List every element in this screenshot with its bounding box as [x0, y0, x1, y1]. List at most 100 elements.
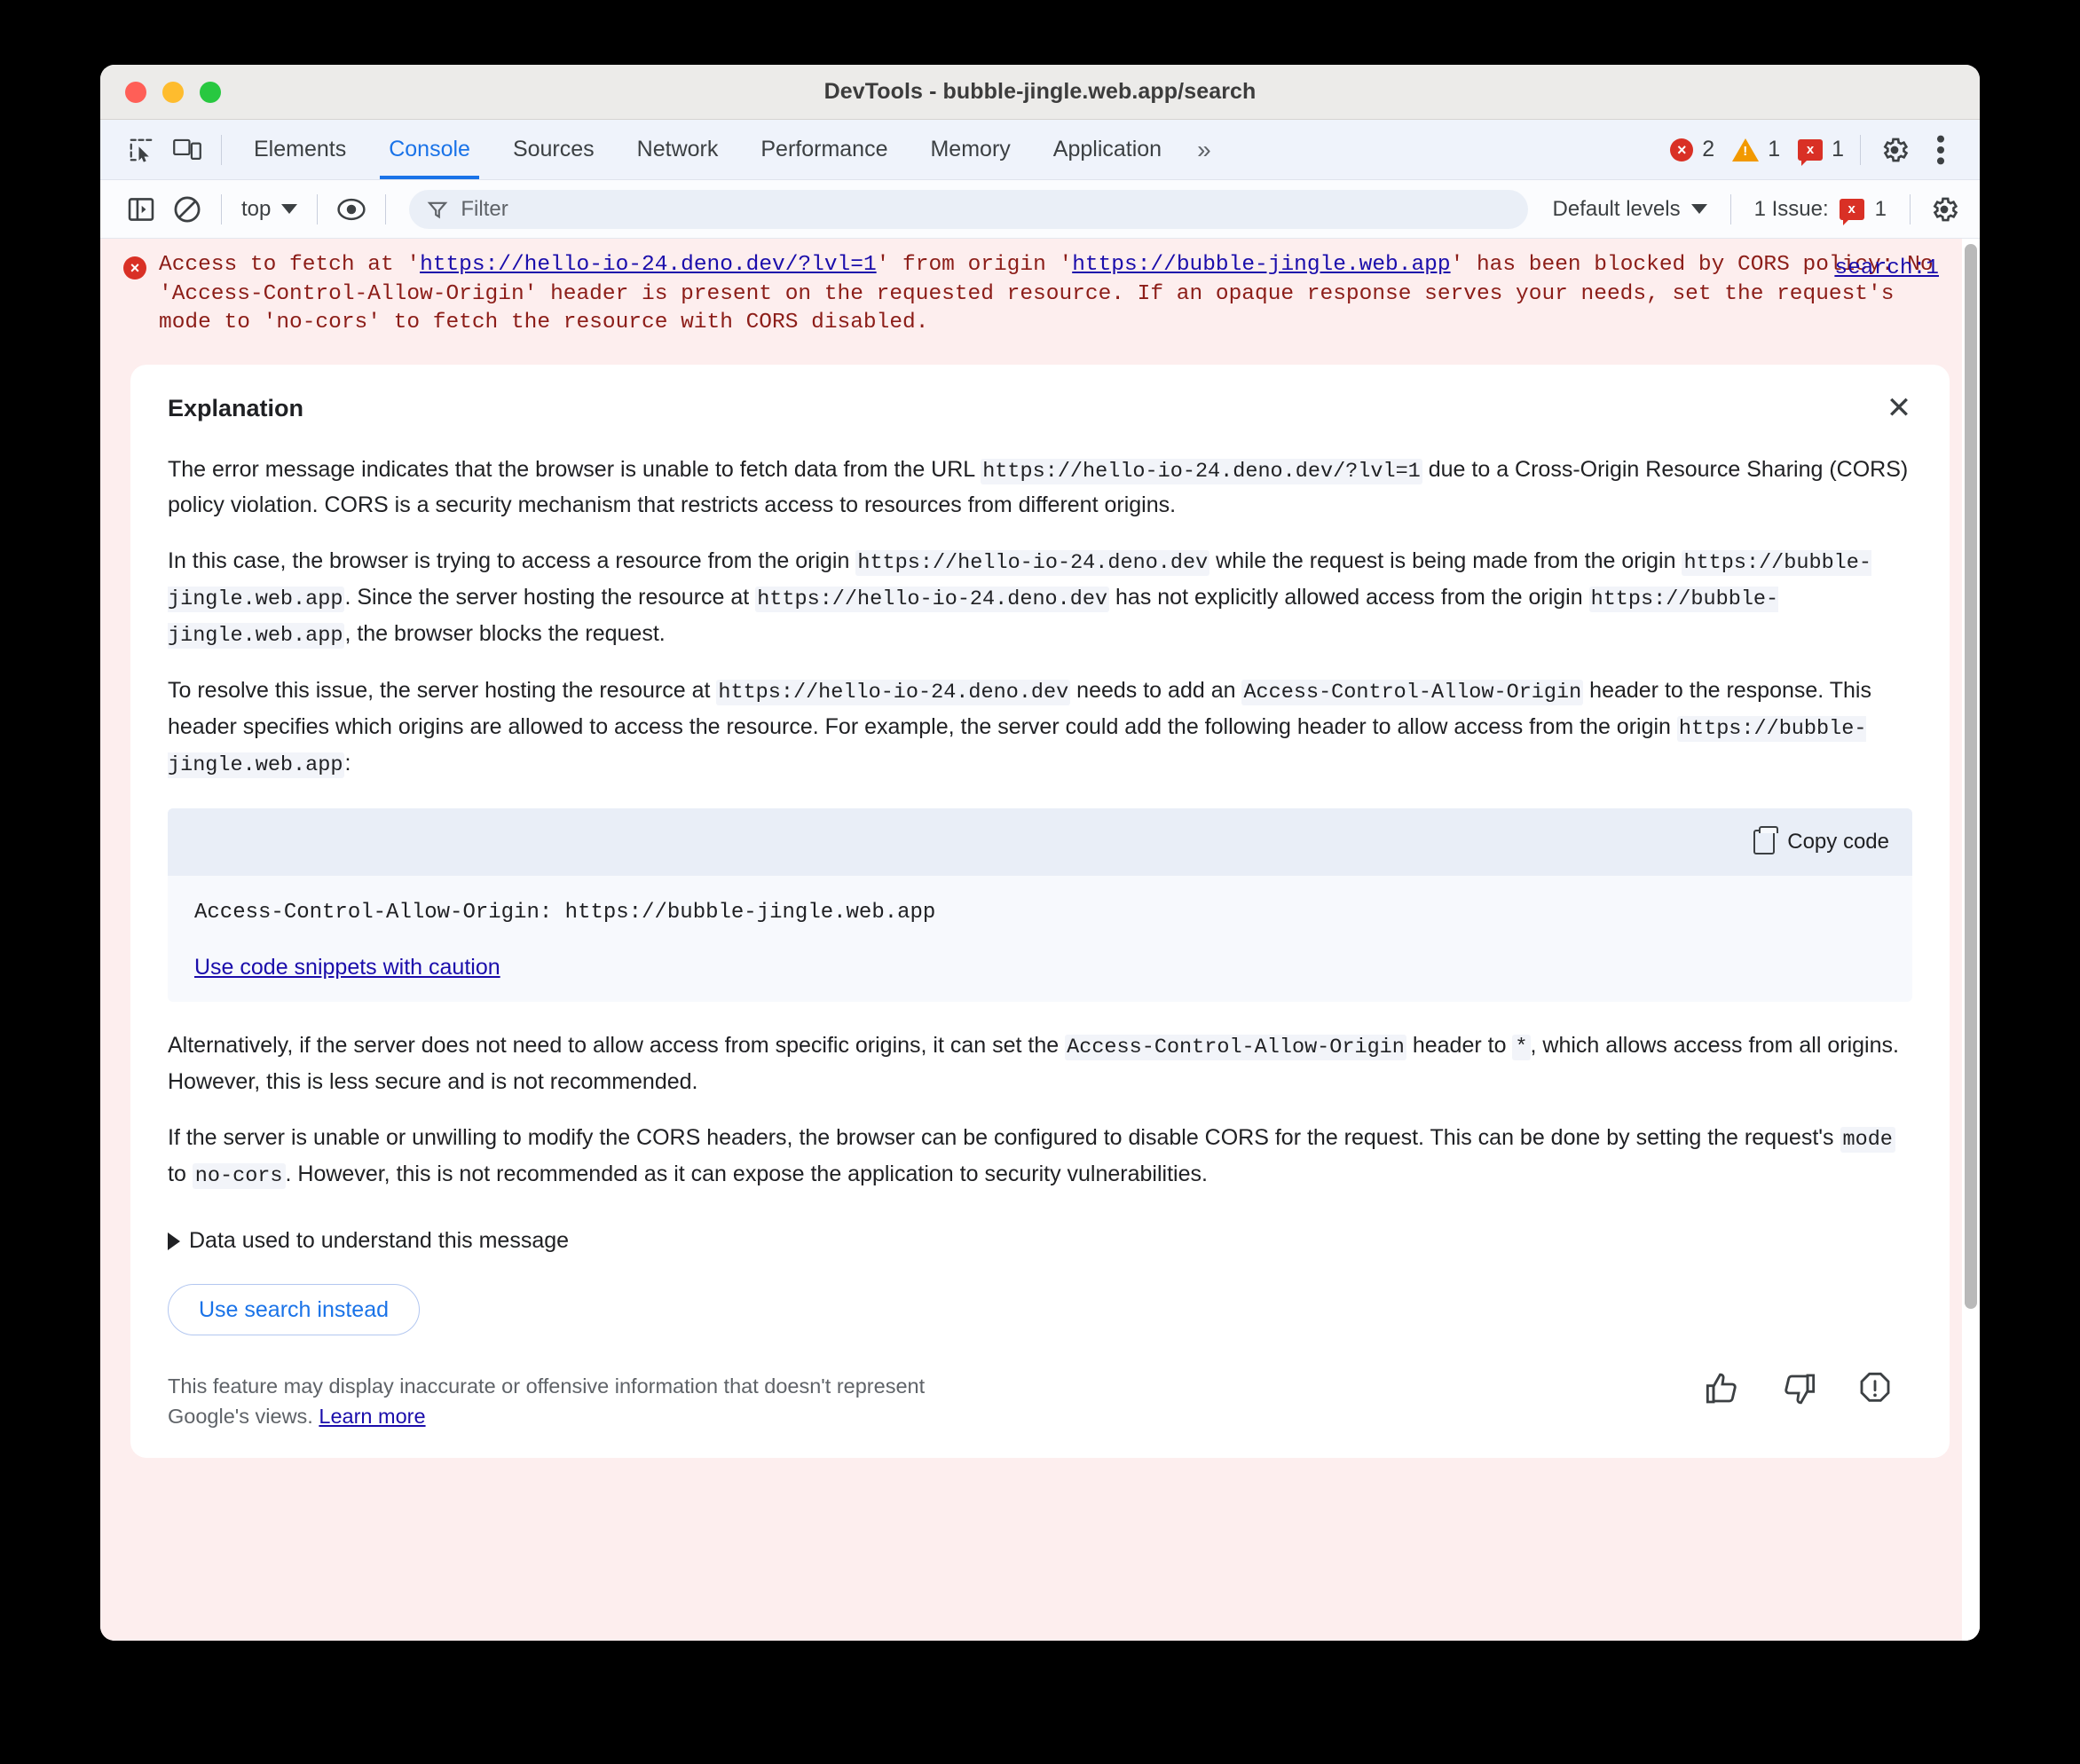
error-circle-icon-message: × [123, 256, 146, 280]
close-icon[interactable]: ✕ [1879, 388, 1919, 429]
code-caution-link[interactable]: Use code snippets with caution [194, 955, 500, 980]
gear-icon[interactable] [1871, 127, 1918, 173]
code-snippet-block: Copy code Access-Control-Allow-Origin: h… [168, 808, 1912, 1003]
tab-network[interactable]: Network [616, 120, 740, 179]
filter-input[interactable]: Filter [409, 189, 1528, 229]
explanation-paragraph-4: Alternatively, if the server does not ne… [168, 1028, 1912, 1099]
issues-summary[interactable]: 1 Issue: x 1 [1742, 196, 1899, 225]
explanation-paragraph-5: If the server is unable or unwilling to … [168, 1121, 1912, 1193]
explanation-footer: This feature may display inaccurate or o… [168, 1371, 1912, 1431]
error-source-link[interactable]: search:1 [1834, 256, 1939, 280]
thumbs-down-icon[interactable] [1781, 1371, 1816, 1406]
p3-code-2: Access-Control-Allow-Origin [1241, 680, 1584, 706]
p2-text-2: while the request is being made from the… [1209, 548, 1682, 574]
p4-text-1: Alternatively, if the server does not ne… [168, 1033, 1066, 1059]
tabbar-divider-right [1860, 134, 1861, 165]
console-settings-gear-icon[interactable] [1921, 186, 1967, 232]
console-error-row[interactable]: × Access to fetch at 'https://hello-io-2… [100, 239, 1980, 345]
p5-text-1: If the server is unable or unwilling to … [168, 1124, 1840, 1150]
p3-text-1: To resolve this issue, the server hostin… [168, 678, 717, 704]
use-search-instead-button[interactable]: Use search instead [168, 1284, 421, 1336]
kebab-menu-icon[interactable] [1918, 127, 1964, 173]
window-titlebar: DevTools - bubble-jingle.web.app/search [100, 65, 1980, 120]
issue-counters: × 2 1 x 1 [1665, 137, 1849, 166]
console-scrollbar-thumb[interactable] [1965, 244, 1977, 1309]
p5-code-1: mode [1840, 1126, 1895, 1153]
filter-placeholder: Filter [461, 196, 508, 221]
log-levels-dropdown[interactable]: Default levels [1540, 197, 1720, 222]
p4-code-2: * [1512, 1035, 1531, 1061]
chevron-down-icon [281, 204, 298, 214]
console-error-text: Access to fetch at 'https://hello-io-24.… [159, 251, 1957, 338]
p4-code-1: Access-Control-Allow-Origin [1065, 1035, 1406, 1061]
filter-funnel-icon [428, 201, 448, 218]
p5-text-2: to [168, 1161, 193, 1186]
issues-counter[interactable]: x 1 [1792, 137, 1849, 166]
copy-icon [1753, 826, 1779, 855]
p2-text-1: In this case, the browser is trying to a… [168, 548, 856, 574]
learn-more-link[interactable]: Learn more [319, 1405, 425, 1428]
clear-console-icon[interactable] [164, 186, 210, 232]
console-scrollbar[interactable] [1962, 239, 1980, 1641]
devtools-window: DevTools - bubble-jingle.web.app/search … [100, 65, 1980, 1641]
console-toolbar: top Filter Default levels 1 Issue: x 1 [100, 180, 1980, 239]
console-divider-2 [317, 193, 319, 224]
disclaimer-body: This feature may display inaccurate or o… [168, 1374, 926, 1429]
p3-text-4: : [344, 750, 351, 776]
explanation-card: ✕ Explanation The error message indicate… [130, 364, 1950, 1459]
tab-elements[interactable]: Elements [232, 120, 367, 179]
p1-code-1: https://hello-io-24.deno.dev/?lvl=1 [981, 458, 1422, 484]
console-divider-4 [1729, 193, 1731, 224]
error-prefix: Access to fetch at ' [159, 253, 421, 277]
p2-code-3: https://hello-io-24.deno.dev [755, 587, 1110, 613]
tab-performance[interactable]: Performance [739, 120, 909, 179]
warning-count: 1 [1768, 137, 1781, 161]
thumbs-up-icon[interactable] [1705, 1371, 1740, 1406]
issues-summary-count: 1 [1874, 196, 1887, 221]
p2-text-4: has not explicitly allowed access from t… [1109, 585, 1589, 610]
tab-sources[interactable]: Sources [492, 120, 616, 179]
copy-code-button[interactable]: Copy code [1753, 826, 1889, 855]
explanation-paragraph-2: In this case, the browser is trying to a… [168, 544, 1912, 652]
error-icon-wrapper: × [123, 251, 159, 338]
live-expression-icon[interactable] [328, 186, 374, 232]
console-message-area: × Access to fetch at 'https://hello-io-2… [100, 239, 1980, 1641]
issue-badge-icon-toolbar: x [1839, 198, 1864, 225]
data-used-label: Data used to understand this message [189, 1228, 570, 1254]
disclaimer-text: This feature may display inaccurate or o… [168, 1371, 966, 1431]
p3-code-1: https://hello-io-24.deno.dev [716, 680, 1071, 706]
tab-application[interactable]: Application [1032, 120, 1183, 179]
p4-text-2: header to [1406, 1033, 1513, 1059]
explanation-title: Explanation [168, 394, 304, 421]
p5-code-2: no-cors [192, 1162, 286, 1189]
p3-text-2: needs to add an [1070, 678, 1242, 704]
error-origin-link[interactable]: https://bubble-jingle.web.app [1072, 253, 1450, 277]
console-divider-5 [1910, 193, 1911, 224]
execution-context-selector[interactable]: top [232, 197, 306, 222]
error-count: 2 [1702, 137, 1715, 161]
warning-counter[interactable]: 1 [1727, 137, 1785, 162]
warning-triangle-icon [1732, 138, 1760, 161]
error-circle-icon: × [1670, 138, 1694, 161]
p1-text-1: The error message indicates that the bro… [168, 456, 981, 482]
report-issue-icon[interactable] [1857, 1371, 1893, 1406]
show-console-sidebar-icon[interactable] [118, 186, 164, 232]
error-counter[interactable]: × 2 [1665, 137, 1720, 162]
inspect-element-icon[interactable] [118, 127, 164, 173]
issues-summary-label: 1 Issue: [1753, 196, 1829, 221]
device-toolbar-icon[interactable] [164, 127, 210, 173]
issue-badge-icon: x [1798, 138, 1824, 166]
console-divider-1 [221, 193, 222, 224]
tab-memory[interactable]: Memory [909, 120, 1031, 179]
more-tabs-icon[interactable]: » [1183, 137, 1225, 162]
chevron-down-icon-levels [1690, 204, 1707, 214]
tab-console[interactable]: Console [367, 120, 492, 179]
error-url-link[interactable]: https://hello-io-24.deno.dev/?lvl=1 [420, 253, 877, 277]
panel-tabs: Elements Console Sources Network Perform… [232, 120, 1183, 179]
code-snippet-text: Access-Control-Allow-Origin: https://bub… [194, 901, 936, 925]
feedback-controls [1705, 1371, 1912, 1406]
issues-count: 1 [1832, 137, 1844, 161]
data-used-disclosure[interactable]: Data used to understand this message [168, 1228, 569, 1254]
disclosure-triangle-icon [168, 1232, 180, 1250]
p2-text-5: , the browser blocks the request. [344, 620, 666, 646]
